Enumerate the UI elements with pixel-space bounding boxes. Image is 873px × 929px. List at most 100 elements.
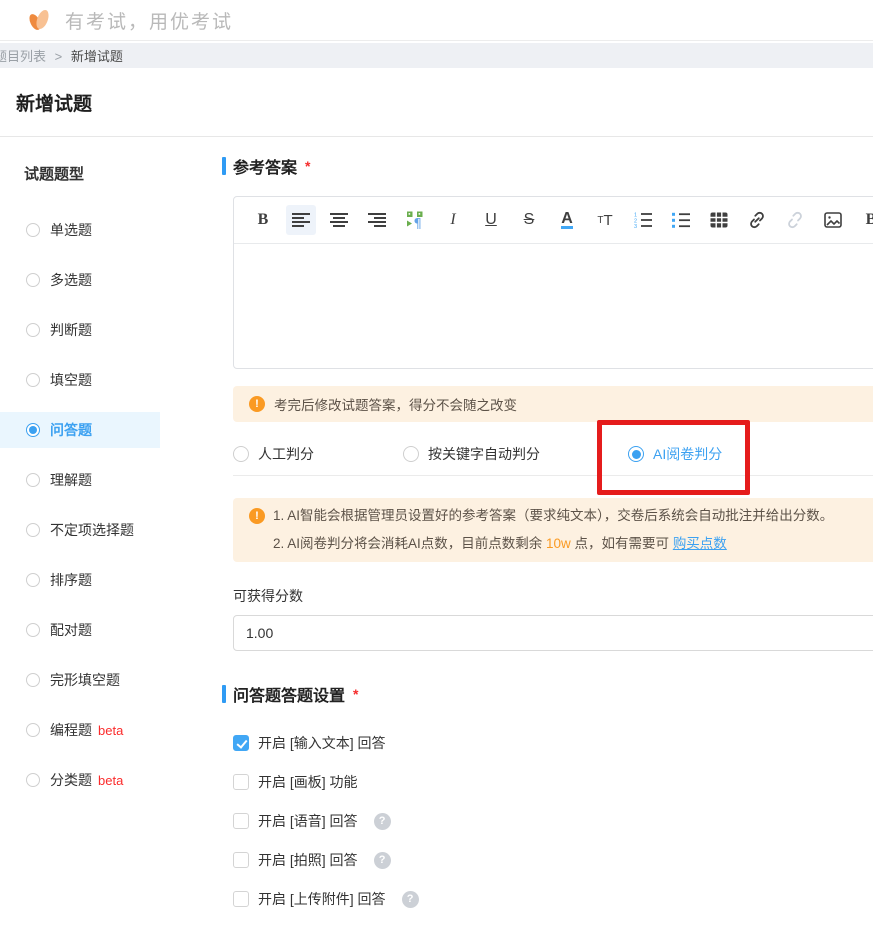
rich-text-editor: B ¶ I: [233, 196, 873, 369]
checkbox-icon[interactable]: [233, 813, 249, 829]
sidebar-item-cloze[interactable]: 完形填空题: [0, 662, 160, 698]
radio-icon[interactable]: [26, 273, 40, 287]
checkbox-checked-icon[interactable]: [233, 735, 249, 751]
sidebar-item-label: 不定项选择题: [50, 520, 134, 540]
section-accent-bar: [222, 685, 226, 703]
beta-badge: beta: [98, 773, 123, 788]
sidebar-item-single-choice[interactable]: 单选题: [0, 212, 160, 248]
sidebar-item-classification[interactable]: 分类题 beta: [0, 762, 160, 798]
help-question-icon[interactable]: ?: [374, 813, 391, 830]
radio-checked-icon[interactable]: [628, 446, 644, 462]
checkbox-label: 开启 [语音] 回答: [258, 811, 358, 831]
app-header: 有考试，用优考试: [0, 0, 873, 41]
app-slogan: 有考试，用优考试: [65, 7, 233, 34]
ai-note-line1: 1. AI智能会根据管理员设置好的参考答案（要求纯文本），交卷后系统会自动批注并…: [249, 502, 873, 530]
required-asterisk: *: [353, 686, 358, 702]
unlink-icon[interactable]: [780, 205, 810, 235]
sidebar-item-label: 填空题: [50, 370, 92, 390]
sidebar-item-label: 多选题: [50, 270, 92, 290]
sidebar-item-matching[interactable]: 配对题: [0, 612, 160, 648]
align-left-icon[interactable]: [286, 205, 316, 235]
italic-icon[interactable]: I: [438, 205, 468, 235]
option-voice-answer[interactable]: 开启 [语音] 回答 ?: [233, 812, 873, 830]
paragraph-direction-icon[interactable]: ¶: [400, 205, 430, 235]
ai-note-line2-text: 2. AI阅卷判分将会消耗AI点数，目前点数剩余: [273, 536, 546, 551]
radio-icon[interactable]: [26, 573, 40, 587]
image-icon[interactable]: [818, 205, 848, 235]
checkbox-icon[interactable]: [233, 852, 249, 868]
sidebar-item-indefinite-choice[interactable]: 不定项选择题: [0, 512, 160, 548]
help-question-icon[interactable]: ?: [402, 891, 419, 908]
bold-extra-icon[interactable]: B: [856, 205, 873, 235]
sidebar-item-fill-blank[interactable]: 填空题: [0, 362, 160, 398]
grading-option-keyword[interactable]: 按关键字自动判分: [403, 444, 628, 464]
option-attachment-answer[interactable]: 开启 [上传附件] 回答 ?: [233, 890, 873, 908]
checkbox-icon[interactable]: [233, 774, 249, 790]
ai-grading-info-box: ! 1. AI智能会根据管理员设置好的参考答案（要求纯文本），交卷后系统会自动批…: [233, 498, 873, 562]
sidebar-item-multi-choice[interactable]: 多选题: [0, 262, 160, 298]
breadcrumb: 题目列表 > 新增试题: [0, 43, 873, 68]
answer-change-warning: ! 考完后修改试题答案，得分不会随之改变: [233, 386, 873, 422]
radio-icon[interactable]: [403, 446, 419, 462]
sidebar-item-label: 配对题: [50, 620, 92, 640]
checkbox-label: 开启 [输入文本] 回答: [258, 733, 386, 753]
radio-icon[interactable]: [26, 723, 40, 737]
radio-icon[interactable]: [233, 446, 249, 462]
sidebar-item-label: 排序题: [50, 570, 92, 590]
unordered-list-icon[interactable]: [666, 205, 696, 235]
grading-option-manual[interactable]: 人工判分: [233, 444, 403, 464]
checkbox-icon[interactable]: [233, 891, 249, 907]
breadcrumb-separator: >: [55, 49, 63, 64]
score-label: 可获得分数: [233, 586, 873, 606]
answer-settings-options: 开启 [输入文本] 回答 开启 [画板] 功能 开启 [语音] 回答 ? 开启 …: [233, 734, 873, 908]
breadcrumb-parent-link[interactable]: 题目列表: [0, 49, 46, 64]
radio-icon[interactable]: [26, 323, 40, 337]
link-icon[interactable]: [742, 205, 772, 235]
page-title: 新增试题: [16, 89, 92, 116]
option-text-answer[interactable]: 开启 [输入文本] 回答: [233, 734, 873, 752]
editor-content[interactable]: [234, 244, 873, 368]
checkbox-label: 开启 [拍照] 回答: [258, 850, 358, 870]
align-right-icon[interactable]: [362, 205, 392, 235]
sidebar-item-label: 完形填空题: [50, 670, 120, 690]
ordered-list-icon[interactable]: 123: [628, 205, 658, 235]
radio-icon[interactable]: [26, 373, 40, 387]
radio-checked-icon[interactable]: [26, 423, 40, 437]
radio-icon[interactable]: [26, 773, 40, 787]
sidebar-item-label: 理解题: [50, 470, 92, 490]
score-input[interactable]: [233, 615, 873, 651]
option-drawing-board[interactable]: 开启 [画板] 功能: [233, 773, 873, 791]
warning-text: 考完后修改试题答案，得分不会随之改变: [274, 394, 517, 414]
sidebar-item-comprehension[interactable]: 理解题: [0, 462, 160, 498]
breadcrumb-current: 新增试题: [71, 49, 123, 64]
radio-icon[interactable]: [26, 473, 40, 487]
checkbox-label: 开启 [画板] 功能: [258, 772, 358, 792]
buy-points-link[interactable]: 购买点数: [673, 536, 727, 551]
page-title-band: 新增试题: [0, 68, 873, 137]
sidebar-item-label: 问答题: [50, 420, 92, 440]
grading-option-ai[interactable]: AI阅卷判分: [628, 444, 722, 464]
grading-method-row: 人工判分 按关键字自动判分 AI阅卷判分: [233, 433, 873, 476]
sidebar-item-essay[interactable]: 问答题: [0, 412, 160, 448]
radio-icon[interactable]: [26, 673, 40, 687]
exclamation-icon: !: [249, 508, 265, 524]
table-icon[interactable]: [704, 205, 734, 235]
ai-note-line2: 2. AI阅卷判分将会消耗AI点数，目前点数剩余 10w 点，如有需要可 购买点…: [249, 530, 873, 558]
align-center-icon[interactable]: [324, 205, 354, 235]
help-question-icon[interactable]: ?: [374, 852, 391, 869]
radio-icon[interactable]: [26, 523, 40, 537]
font-size-icon[interactable]: TT: [590, 205, 620, 235]
question-type-sidebar: 试题题型 单选题 多选题 判断题 填空题 问答题 理解题 不定项选择题: [0, 137, 222, 812]
sidebar-item-ordering[interactable]: 排序题: [0, 562, 160, 598]
option-photo-answer[interactable]: 开启 [拍照] 回答 ?: [233, 851, 873, 869]
radio-icon[interactable]: [26, 223, 40, 237]
sidebar-item-programming[interactable]: 编程题 beta: [0, 712, 160, 748]
section-title: 参考答案: [233, 154, 297, 178]
strikethrough-icon[interactable]: S: [514, 205, 544, 235]
font-color-icon[interactable]: A: [552, 205, 582, 235]
sidebar-item-true-false[interactable]: 判断题: [0, 312, 160, 348]
sidebar-heading: 试题题型: [0, 163, 222, 184]
underline-icon[interactable]: U: [476, 205, 506, 235]
bold-icon[interactable]: B: [248, 205, 278, 235]
radio-icon[interactable]: [26, 623, 40, 637]
